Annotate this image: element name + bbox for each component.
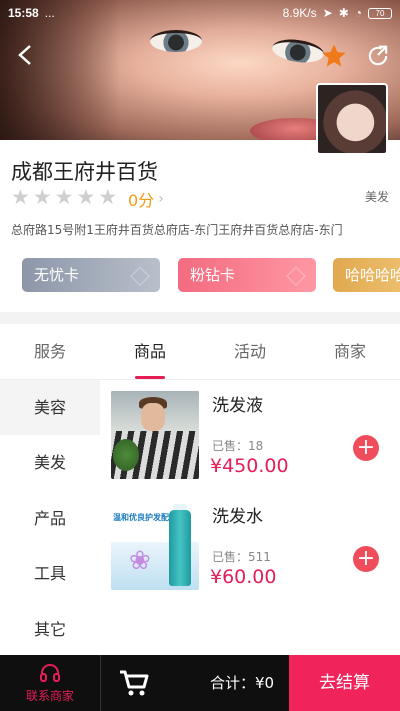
headset-icon <box>0 661 100 685</box>
product-image: 温和优良护发配方 ❀ <box>111 502 199 590</box>
product-name: 洗发液 <box>212 396 263 416</box>
tab-services[interactable]: 服务 <box>0 324 100 379</box>
add-to-cart-button[interactable]: + <box>353 435 379 461</box>
category-sidebar: 美容 美发 产品 工具 其它 <box>0 380 100 657</box>
location-icon: ➤ <box>322 6 333 20</box>
category-item-other[interactable]: 其它 <box>0 601 100 657</box>
checkout-button[interactable]: 去结算 <box>289 655 400 711</box>
card-fenzuan[interactable]: 粉钻卡 ◇ <box>178 258 316 292</box>
card-label: 无忧卡 <box>34 266 80 284</box>
star-icon: ★ <box>98 185 118 209</box>
chevron-right-icon: › <box>158 191 164 207</box>
product-image <box>111 391 199 479</box>
star-icon: ★ <box>11 185 30 209</box>
card-label: 哈哈哈哈 <box>345 266 400 284</box>
add-to-cart-button[interactable]: + <box>353 546 379 572</box>
product-image-text: 温和优良护发配方 <box>113 513 177 522</box>
product-name: 洗发水 <box>212 507 263 527</box>
contact-merchant-button[interactable]: 联系商家 <box>0 655 100 711</box>
cart-total: 合计：¥0 <box>210 674 275 692</box>
product-sold-count: 已售：18 <box>212 439 264 453</box>
star-icon: ★ <box>54 185 74 209</box>
category-item-products[interactable]: 产品 <box>0 490 100 547</box>
plus-icon: + <box>356 546 376 571</box>
network-speed: 8.9K/s <box>282 6 317 20</box>
card-wuyou[interactable]: 无忧卡 ◇ <box>22 258 160 292</box>
battery-icon: 70 <box>368 7 392 19</box>
diamond-icon: ◇ <box>130 260 150 290</box>
shop-address: 总府路15号附1王府井百货总府店-东门王府井百货总府店-东门 <box>11 223 343 237</box>
contact-merchant-label: 联系商家 <box>25 689 74 703</box>
share-button[interactable] <box>364 42 392 70</box>
category-item-hair[interactable]: 美发 <box>0 435 100 491</box>
cart-icon[interactable] <box>118 668 150 698</box>
star-icon <box>322 44 346 67</box>
shop-category: 美发 <box>364 190 389 204</box>
card-label: 粉钻卡 <box>190 266 236 284</box>
star-icon: ★ <box>76 185 96 209</box>
card-hahaha[interactable]: 哈哈哈哈 <box>333 258 400 292</box>
bluetooth-icon: ✱ <box>338 6 349 20</box>
rating-score-link[interactable]: 0分 › <box>128 187 164 211</box>
category-item-tools[interactable]: 工具 <box>0 546 100 602</box>
diamond-icon: ◇ <box>286 260 306 290</box>
status-time: 15:58 <box>8 6 39 20</box>
wifi-icon: ◔ <box>354 6 362 20</box>
share-icon <box>368 45 388 66</box>
product-price: ¥60.00 <box>210 566 277 588</box>
back-button[interactable] <box>10 40 40 70</box>
tab-merchant[interactable]: 商家 <box>300 324 400 379</box>
tab-bar: 服务 商品 活动 商家 <box>0 324 400 380</box>
rating-stars: ★ ★ ★ ★ ★ <box>11 186 117 208</box>
product-item[interactable]: 洗发液 已售：18 ¥450.00 + <box>111 391 400 481</box>
section-divider <box>0 312 400 324</box>
bottom-bar: 联系商家 合计：¥0 去结算 <box>0 655 400 711</box>
favorite-button[interactable] <box>320 42 348 70</box>
category-item-beauty[interactable]: 美容 <box>0 380 100 435</box>
chevron-left-icon <box>18 45 31 65</box>
product-item[interactable]: 温和优良护发配方 ❀ 洗发水 已售：511 ¥60.00 + <box>111 502 400 592</box>
product-price: ¥450.00 <box>210 455 289 477</box>
star-icon: ★ <box>32 185 52 209</box>
shop-name: 成都王府井百货 <box>11 160 158 184</box>
rating-score: 0分 <box>128 191 155 210</box>
tab-activities[interactable]: 活动 <box>200 324 300 379</box>
plus-icon: + <box>356 435 376 460</box>
status-bar: 15:58 ... 8.9K/s ➤ ✱ ◔ 70 <box>0 0 400 26</box>
lotus-icon: ❀ <box>129 546 151 576</box>
tab-products[interactable]: 商品 <box>100 324 200 379</box>
shop-thumbnail[interactable] <box>316 83 388 155</box>
member-cards: 无忧卡 ◇ 粉钻卡 ◇ 哈哈哈哈 <box>22 258 400 292</box>
status-dots: ... <box>44 6 55 20</box>
product-sold-count: 已售：511 <box>212 550 271 564</box>
